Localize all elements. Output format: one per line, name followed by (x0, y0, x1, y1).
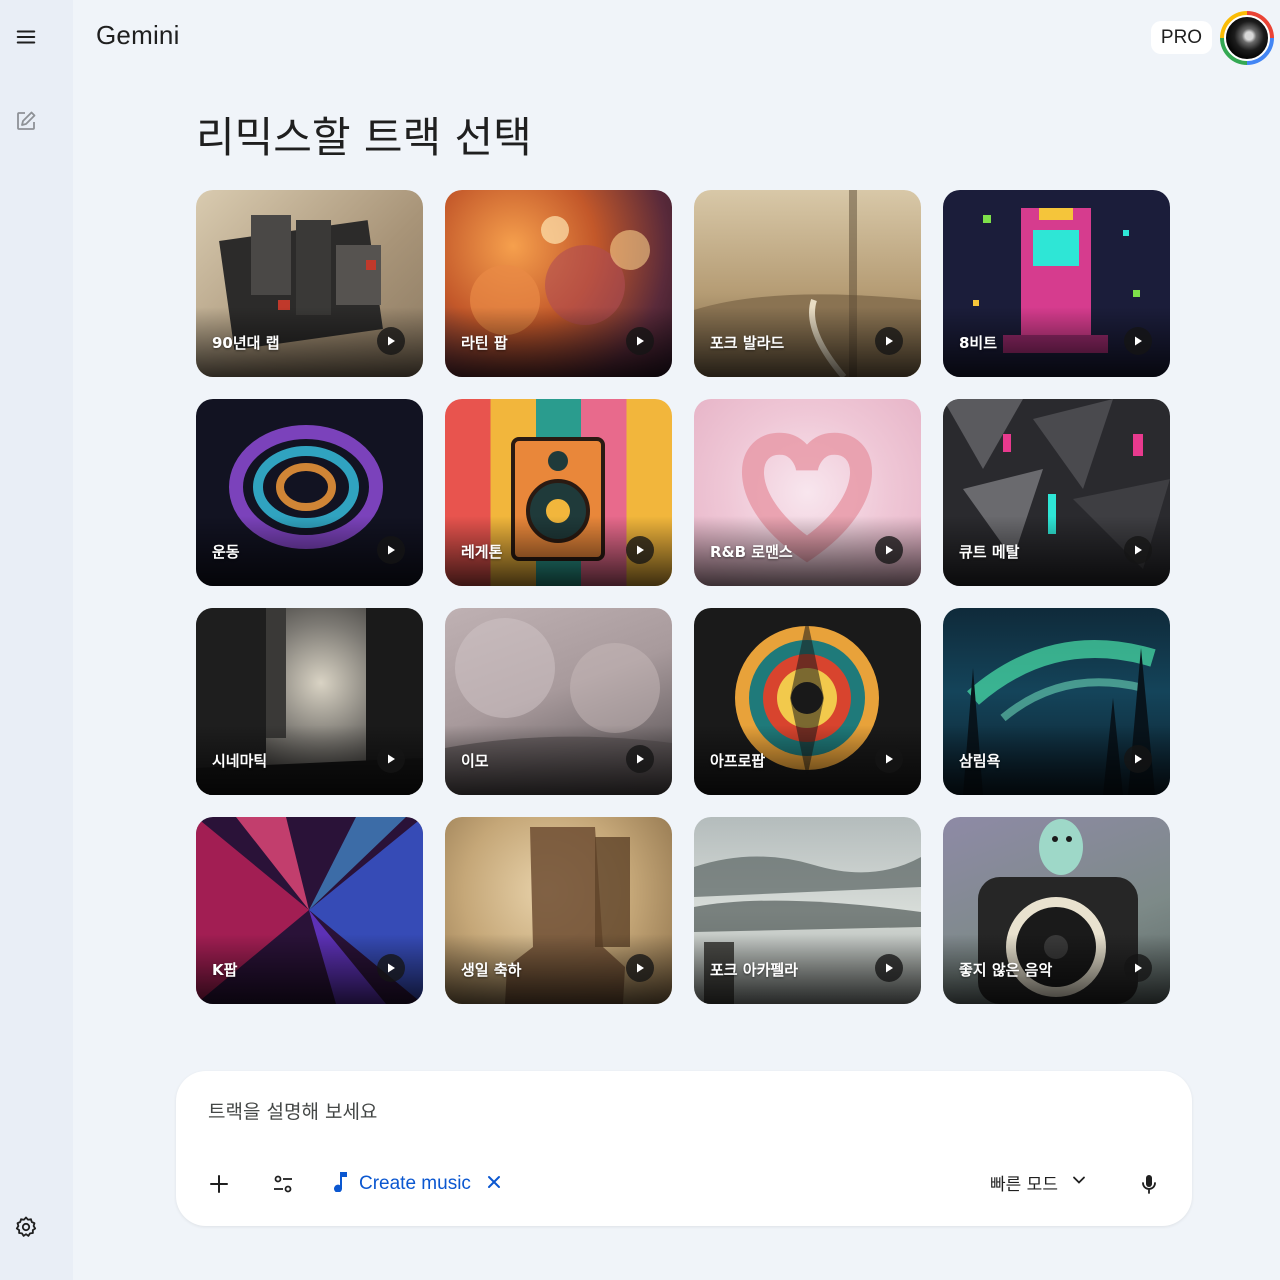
play-icon[interactable] (626, 745, 654, 773)
track-card[interactable]: 라틴 팝 (445, 190, 672, 377)
track-card[interactable]: 좋지 않은 음악 (943, 817, 1170, 1004)
close-icon[interactable] (487, 1173, 501, 1195)
track-card[interactable]: 포크 아카펠라 (694, 817, 921, 1004)
prompt-input[interactable] (208, 1101, 1108, 1123)
track-label: 운동 (212, 543, 240, 561)
track-label: 8비트 (959, 334, 998, 352)
play-icon[interactable] (875, 327, 903, 355)
app-title[interactable]: Gemini (96, 20, 180, 51)
play-icon[interactable] (1124, 327, 1152, 355)
track-label: 좋지 않은 음악 (959, 961, 1053, 979)
track-label: 90년대 랩 (212, 334, 280, 352)
chip-label: Create music (359, 1173, 471, 1194)
track-card[interactable]: 시네마틱 (196, 608, 423, 795)
tools-icon[interactable] (268, 1169, 298, 1199)
track-label: 생일 축하 (461, 961, 522, 979)
track-label: 시네마틱 (212, 752, 268, 770)
track-card[interactable]: 레게톤 (445, 399, 672, 586)
track-card[interactable]: R&B 로맨스 (694, 399, 921, 586)
track-label: R&B 로맨스 (710, 543, 793, 561)
play-icon[interactable] (377, 327, 405, 355)
track-label: 레게톤 (461, 543, 503, 561)
avatar[interactable] (1220, 11, 1274, 65)
track-card[interactable]: 큐트 메탈 (943, 399, 1170, 586)
track-card[interactable]: 운동 (196, 399, 423, 586)
track-grid: 90년대 랩 라틴 팝 포크 발라드 8비트 운동 레게톤 R&B 로맨스 큐트… (196, 190, 1170, 1004)
play-icon[interactable] (875, 536, 903, 564)
track-card[interactable]: 아프로팝 (694, 608, 921, 795)
microphone-icon[interactable] (1134, 1169, 1164, 1199)
pro-badge[interactable]: PRO (1151, 21, 1212, 54)
edit-icon[interactable] (8, 103, 44, 139)
track-card[interactable]: 90년대 랩 (196, 190, 423, 377)
play-icon[interactable] (377, 745, 405, 773)
play-icon[interactable] (1124, 745, 1152, 773)
play-icon[interactable] (626, 536, 654, 564)
music-note-icon (331, 1170, 349, 1198)
track-label: 삼림욕 (959, 752, 1001, 770)
track-card[interactable]: 8비트 (943, 190, 1170, 377)
page-title: 리믹스할 트랙 선택 (196, 113, 532, 162)
menu-icon[interactable] (8, 19, 44, 55)
sidebar (0, 0, 73, 1280)
track-label: 아프로팝 (710, 752, 766, 770)
track-card[interactable]: 삼림욕 (943, 608, 1170, 795)
play-icon[interactable] (875, 745, 903, 773)
play-icon[interactable] (875, 954, 903, 982)
track-label: 라틴 팝 (461, 334, 508, 352)
settings-icon[interactable] (8, 1209, 44, 1245)
prompt-composer: Create music 빠른 모드 (176, 1071, 1192, 1226)
track-label: 포크 아카펠라 (710, 961, 799, 979)
track-card[interactable]: 포크 발라드 (694, 190, 921, 377)
add-icon[interactable] (204, 1169, 234, 1199)
play-icon[interactable] (626, 327, 654, 355)
play-icon[interactable] (377, 954, 405, 982)
chevron-down-icon (1072, 1172, 1086, 1192)
track-label: 포크 발라드 (710, 334, 785, 352)
track-label: 이모 (461, 752, 489, 770)
track-label: K팝 (212, 961, 238, 979)
track-card[interactable]: 생일 축하 (445, 817, 672, 1004)
play-icon[interactable] (626, 954, 654, 982)
play-icon[interactable] (1124, 536, 1152, 564)
play-icon[interactable] (377, 536, 405, 564)
mode-label: 빠른 모드 (990, 1174, 1058, 1195)
mode-selector[interactable]: 빠른 모드 (990, 1169, 1086, 1195)
track-label: 큐트 메탈 (959, 543, 1020, 561)
track-card[interactable]: 이모 (445, 608, 672, 795)
play-icon[interactable] (1124, 954, 1152, 982)
create-music-chip[interactable]: Create music (331, 1169, 501, 1199)
main-area: Gemini PRO 리믹스할 트랙 선택 90년대 랩 라틴 팝 포크 발라드… (73, 0, 1280, 1280)
track-card[interactable]: K팝 (196, 817, 423, 1004)
